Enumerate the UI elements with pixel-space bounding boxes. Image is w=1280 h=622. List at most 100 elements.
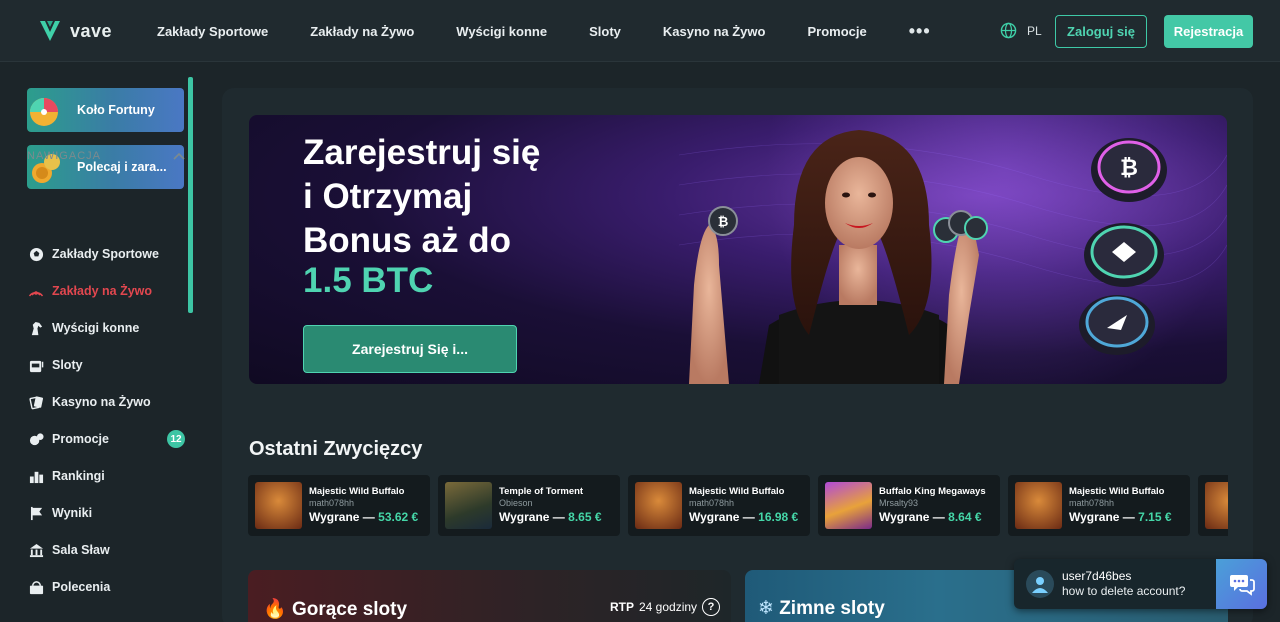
- banner-bonus-amount: 1.5 BTC: [303, 261, 434, 300]
- win-amount: 16.98 €: [758, 510, 799, 524]
- hot-slots-label: Gorące sloty: [291, 599, 408, 620]
- winner-card[interactable]: Temple of Torment Obieson Wygrane — 8.65…: [438, 475, 620, 536]
- language-code: PL: [1027, 23, 1042, 38]
- wheel-of-fortune-label: Koło Fortuny: [77, 103, 155, 117]
- slot-machine-icon: [27, 356, 45, 374]
- hot-slots-title: 🔥 Gorące sloty: [263, 597, 407, 621]
- more-menu-icon[interactable]: •••: [909, 21, 931, 42]
- ranking-icon: [27, 467, 45, 485]
- banner-title-line: Bonus aż do: [303, 221, 512, 260]
- win-amount: 8.65 €: [568, 510, 602, 524]
- promo-banner[interactable]: ₿ ₿ Zarejestruj się i Otrzymaj Bonus aż …: [249, 115, 1227, 384]
- winner-card[interactable]: [1198, 475, 1228, 536]
- referral-promo-label: Polecaj i zara...: [77, 160, 167, 174]
- sidebar-item-slots[interactable]: Sloty: [27, 354, 185, 376]
- nav-promotions[interactable]: Promocje: [807, 24, 866, 39]
- nav-live-casino[interactable]: Kasyno na Żywo: [663, 24, 766, 39]
- game-thumbnail: [1015, 482, 1062, 529]
- hot-rtp-info[interactable]: RTP 24 godziny ?: [610, 598, 721, 616]
- chat-open-button[interactable]: [1216, 559, 1267, 609]
- sidebar-item-label: Wyniki: [52, 506, 93, 520]
- recent-winners-title: Ostatni Zwycięzcy: [249, 438, 423, 460]
- promotions-count-badge: 12: [167, 430, 185, 448]
- sidebar-item-referrals[interactable]: Polecenia: [27, 576, 185, 598]
- promo-icon: [27, 430, 45, 448]
- sidebar-item-label: Zakłady na Żywo: [52, 284, 153, 298]
- winner-user: math078hh: [689, 498, 735, 508]
- recent-winners-carousel[interactable]: Majestic Wild Buffalo math078hh Wygrane …: [248, 475, 1228, 536]
- winner-user: Mrsalty93: [879, 498, 919, 508]
- help-icon[interactable]: ?: [702, 598, 721, 616]
- cold-slots-label: Zimne sloty: [779, 598, 885, 619]
- navigation-section-header[interactable]: NAWIGACJA: [27, 150, 185, 162]
- cards-icon: [27, 393, 45, 411]
- wheel-of-fortune-card[interactable]: Koło Fortuny: [27, 88, 184, 132]
- sidebar-scrollbar[interactable]: [188, 77, 193, 313]
- hall-of-fame-icon: [27, 541, 45, 559]
- win-amount: 8.64 €: [948, 510, 982, 524]
- chevron-up-icon[interactable]: [173, 152, 185, 160]
- svg-text:₿: ₿: [1120, 155, 1138, 180]
- referral-icon: [27, 578, 45, 596]
- banner-register-button[interactable]: Zarejestruj Się i...: [303, 325, 517, 373]
- soccer-ball-icon: [27, 245, 45, 263]
- winner-amount-line: Wygrane — 7.15 €: [1069, 510, 1172, 524]
- sidebar-item-label: Sala Sław: [52, 543, 110, 557]
- svg-text:₿: ₿: [718, 214, 729, 229]
- win-prefix: Wygrane —: [689, 510, 755, 524]
- chat-username: user7d46bes: [1062, 569, 1132, 583]
- banner-title-line: Zarejestruj się: [303, 133, 541, 172]
- main-nav: Zakłady Sportowe Zakłady na Żywo Wyścigi…: [157, 0, 931, 62]
- wheel-icon: [27, 88, 67, 132]
- sidebar-item-live-casino[interactable]: Kasyno na Żywo: [27, 391, 185, 413]
- hot-slots-panel: 🔥 Gorące sloty RTP 24 godziny ?: [248, 570, 731, 622]
- sidebar-item-live-betting[interactable]: Zakłady na Żywo: [27, 280, 185, 302]
- win-amount: 7.15 €: [1138, 510, 1172, 524]
- winner-card[interactable]: Majestic Wild Buffalo math078hh Wygrane …: [628, 475, 810, 536]
- game-thumbnail: [1205, 482, 1228, 529]
- cold-slots-title: ❄ Zimne sloty: [758, 597, 885, 620]
- nav-sports-betting[interactable]: Zakłady Sportowe: [157, 24, 268, 39]
- chat-message: how to delete account?: [1062, 584, 1186, 598]
- top-header: vave Zakłady Sportowe Zakłady na Żywo Wy…: [0, 0, 1280, 62]
- game-thumbnail: [635, 482, 682, 529]
- logo[interactable]: vave: [38, 18, 112, 44]
- snowflake-icon: ❄: [758, 598, 774, 619]
- live-broadcast-icon: [27, 282, 45, 300]
- winner-card[interactable]: Buffalo King Megaways Mrsalty93 Wygrane …: [818, 475, 1000, 536]
- sidebar-item-rankings[interactable]: Rankingi: [27, 465, 185, 487]
- globe-icon: [1000, 22, 1017, 39]
- sidebar-item-promotions[interactable]: Promocje 12: [27, 428, 185, 450]
- banner-title-line: i Otrzymaj: [303, 177, 473, 216]
- nav-slots[interactable]: Sloty: [589, 24, 621, 39]
- sidebar-item-results[interactable]: Wyniki: [27, 502, 185, 524]
- logo-text: vave: [70, 20, 113, 41]
- sidebar-item-label: Promocje: [52, 432, 109, 446]
- sidebar-item-label: Polecenia: [52, 580, 111, 594]
- register-button[interactable]: Rejestracja: [1164, 15, 1253, 48]
- nav-live-betting[interactable]: Zakłady na Żywo: [310, 24, 414, 39]
- winner-user: math078hh: [309, 498, 355, 508]
- navigation-section-label: NAWIGACJA: [27, 150, 101, 162]
- sidebar-item-label: Sloty: [52, 358, 83, 372]
- vave-logo-icon: [40, 21, 60, 41]
- sidebar-item-label: Kasyno na Żywo: [52, 395, 151, 409]
- winner-card[interactable]: Majestic Wild Buffalo math078hh Wygrane …: [248, 475, 430, 536]
- winner-user: Obieson: [499, 498, 533, 508]
- winner-amount-line: Wygrane — 53.62 €: [309, 510, 418, 524]
- login-button[interactable]: Zaloguj się: [1055, 15, 1147, 48]
- winner-game: Majestic Wild Buffalo: [689, 486, 785, 497]
- game-thumbnail: [255, 482, 302, 529]
- sidebar-item-horse-racing[interactable]: Wyścigi konne: [27, 317, 185, 339]
- sidebar-item-hall-of-fame[interactable]: Sala Sław: [27, 539, 185, 561]
- nav-horse-racing[interactable]: Wyścigi konne: [456, 24, 547, 39]
- sidebar-item-sports-betting[interactable]: Zakłady Sportowe: [27, 243, 185, 265]
- winner-card[interactable]: Majestic Wild Buffalo math078hh Wygrane …: [1008, 475, 1190, 536]
- win-prefix: Wygrane —: [1069, 510, 1135, 524]
- game-thumbnail: [825, 482, 872, 529]
- winner-amount-line: Wygrane — 16.98 €: [689, 510, 798, 524]
- winner-game: Buffalo King Megaways: [879, 486, 986, 497]
- language-selector[interactable]: PL: [1000, 22, 1042, 39]
- game-thumbnail: [445, 482, 492, 529]
- sidebar-item-label: Zakłady Sportowe: [52, 247, 159, 261]
